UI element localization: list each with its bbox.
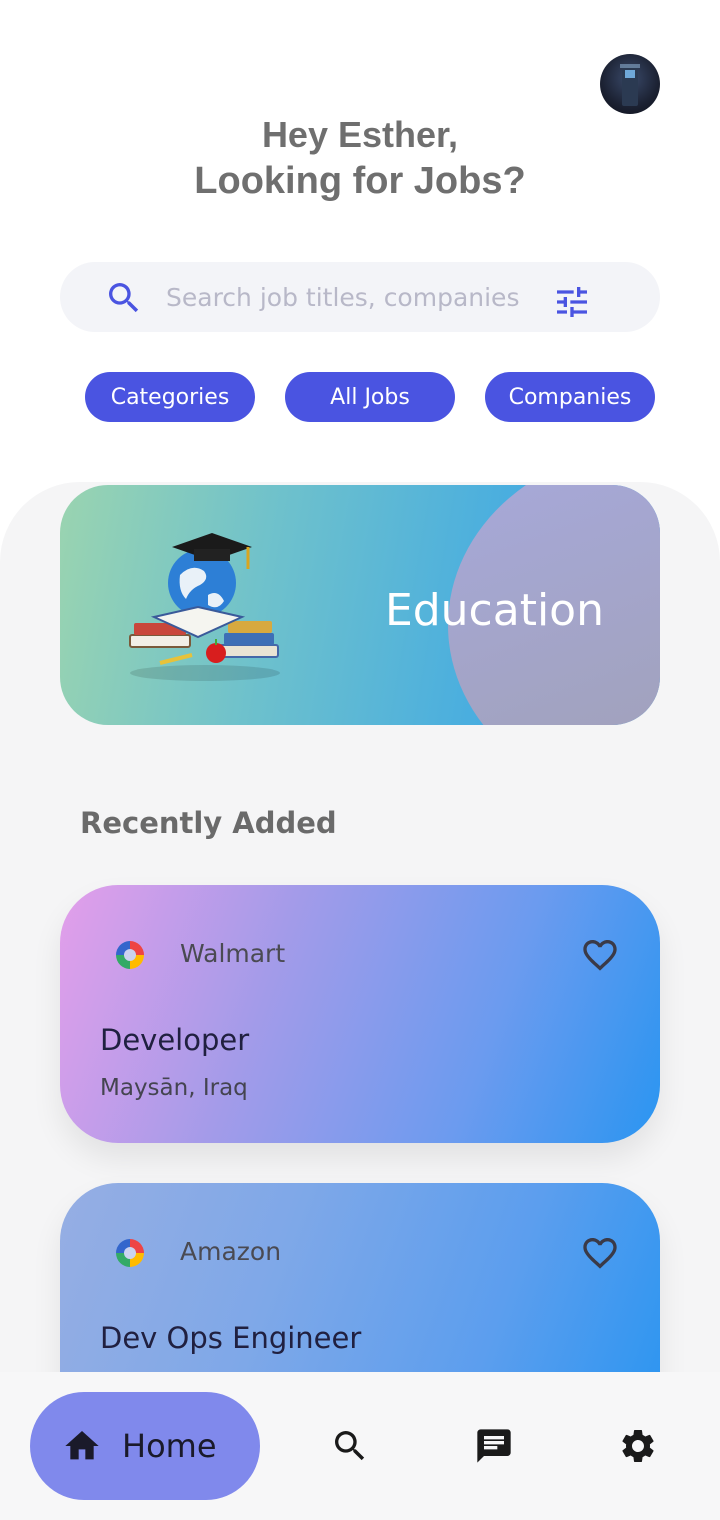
company-name: Walmart: [180, 939, 286, 968]
avatar[interactable]: [600, 54, 660, 114]
company-logo: [116, 1239, 144, 1267]
banner-label: Education: [384, 585, 604, 636]
bottom-navigation: Home: [0, 1372, 720, 1520]
company-name: Amazon: [180, 1237, 282, 1266]
greeting-line-2: Looking for Jobs?: [194, 160, 526, 202]
gear-icon[interactable]: [618, 1426, 658, 1466]
heart-icon[interactable]: [580, 1233, 620, 1273]
search-bar[interactable]: [60, 262, 660, 332]
job-title: Developer: [100, 1023, 250, 1057]
job-title: Dev Ops Engineer: [100, 1321, 362, 1355]
chip-categories[interactable]: Categories: [85, 372, 255, 422]
company-logo: [116, 941, 144, 969]
chip-companies[interactable]: Companies: [485, 372, 655, 422]
job-card[interactable]: Walmart Developer Maysān, Iraq: [60, 885, 660, 1143]
section-title: Recently Added: [80, 806, 337, 840]
greeting: Hey Esther, Looking for Jobs?: [0, 112, 720, 204]
job-location: Maysān, Iraq: [100, 1075, 248, 1101]
filter-icon[interactable]: [552, 282, 592, 322]
search-icon[interactable]: [104, 278, 144, 318]
nav-home-label: Home: [122, 1427, 217, 1465]
chip-all-jobs[interactable]: All Jobs: [285, 372, 455, 422]
education-illustration: [129, 533, 280, 681]
chat-icon[interactable]: [474, 1426, 514, 1466]
category-banner[interactable]: Education: [60, 485, 660, 725]
home-icon: [62, 1426, 102, 1466]
search-input[interactable]: [166, 280, 526, 314]
greeting-line-1: Hey Esther,: [261, 114, 459, 155]
nav-home-button[interactable]: Home: [30, 1392, 260, 1500]
search-icon[interactable]: [330, 1426, 370, 1466]
heart-icon[interactable]: [580, 935, 620, 975]
